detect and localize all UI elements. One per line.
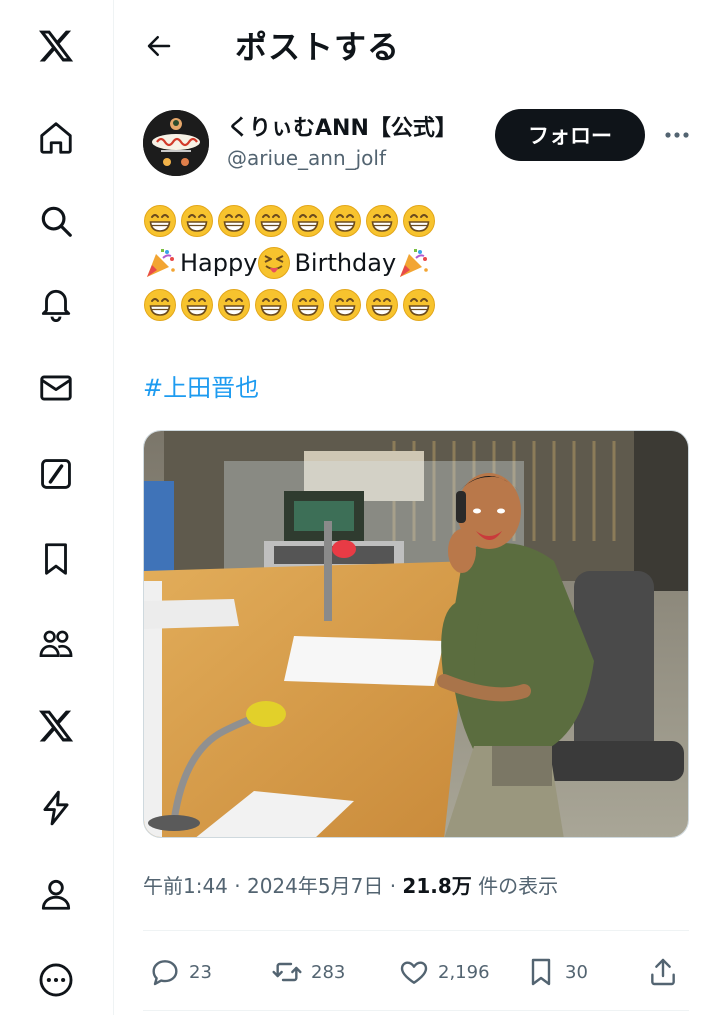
squinting-tongue-face-icon (257, 246, 291, 280)
hashtag-link[interactable]: #上田晋也 (143, 368, 259, 403)
grinning-face-icon (328, 204, 362, 238)
like-button[interactable]: 2,196 (398, 952, 490, 992)
emoji-row-3 (143, 284, 683, 326)
grinning-face-icon (217, 288, 251, 322)
user-handle[interactable]: @ariue_ann_jolf (227, 146, 386, 170)
repost-button[interactable]: 283 (271, 952, 345, 992)
reply-button[interactable]: 23 (149, 952, 212, 992)
repost-icon (272, 962, 302, 982)
divider (143, 1010, 689, 1011)
main-column: ポストする くりぃむANN【公式】 @ariue_ann_jolf フォロー H… (115, 0, 714, 1015)
bookmark-icon (531, 958, 551, 986)
divider (143, 930, 689, 931)
views-label: 件の表示 (471, 874, 559, 898)
sidebar-nav (0, 0, 114, 1015)
home-icon[interactable] (34, 116, 78, 160)
timestamp-text: 午前1:44 · 2024年5月7日 · (143, 874, 403, 898)
heart-icon (400, 961, 428, 984)
bookmark-icon[interactable] (34, 537, 78, 581)
post-text-happy: Happy (180, 249, 258, 277)
bookmark-count: 30 (565, 961, 588, 983)
page-header: ポストする (115, 0, 714, 90)
party-popper-icon (143, 246, 177, 280)
display-name[interactable]: くりぃむANN【公式】 (227, 110, 457, 142)
grinning-face-icon (217, 204, 251, 238)
follow-button[interactable]: フォロー (495, 109, 645, 161)
post-timestamp[interactable]: 午前1:44 · 2024年5月7日 · 21.8万 件の表示 (143, 870, 558, 899)
premium-x-icon[interactable] (34, 704, 78, 748)
post-photo[interactable] (143, 430, 689, 838)
x-logo-icon[interactable] (34, 24, 78, 68)
party-popper-icon (396, 246, 430, 280)
avatar-image (143, 110, 209, 176)
share-icon (651, 958, 675, 986)
views-count: 21.8万 (402, 874, 472, 898)
more-horizontal-icon (665, 132, 689, 138)
reply-count: 23 (189, 961, 212, 983)
back-button[interactable] (139, 26, 179, 66)
bell-icon[interactable] (34, 282, 78, 326)
reply-icon (152, 960, 178, 986)
grinning-face-icon (143, 288, 177, 322)
arrow-left-icon (147, 36, 171, 56)
grinning-face-icon (365, 288, 399, 322)
more-options-button[interactable] (657, 118, 697, 152)
verified-orgs-icon[interactable] (34, 786, 78, 830)
grinning-face-icon (402, 204, 436, 238)
post-text-birthday: Birthday (294, 249, 397, 277)
like-count: 2,196 (438, 961, 490, 983)
grok-icon[interactable] (34, 452, 78, 496)
search-icon[interactable] (34, 199, 78, 243)
grinning-face-icon (180, 204, 214, 238)
grinning-face-icon (328, 288, 362, 322)
mail-icon[interactable] (34, 366, 78, 410)
share-button[interactable] (647, 952, 687, 992)
grinning-face-icon (402, 288, 436, 322)
grinning-face-icon (143, 204, 177, 238)
repost-count: 283 (311, 961, 346, 983)
grinning-face-icon (254, 288, 288, 322)
communities-icon[interactable] (34, 621, 78, 665)
birthday-line: Happy Birthday (143, 242, 683, 284)
grinning-face-icon (365, 204, 399, 238)
profile-icon[interactable] (34, 872, 78, 916)
studio-photo (144, 431, 688, 837)
avatar[interactable] (143, 110, 209, 176)
page-title: ポストする (235, 28, 401, 66)
more-circle-icon[interactable] (34, 958, 78, 1002)
emoji-row-1 (143, 200, 683, 242)
grinning-face-icon (291, 204, 325, 238)
grinning-face-icon (180, 288, 214, 322)
grinning-face-icon (254, 204, 288, 238)
bookmark-button[interactable]: 30 (525, 952, 588, 992)
grinning-face-icon (291, 288, 325, 322)
post-text: Happy Birthday (143, 200, 683, 326)
